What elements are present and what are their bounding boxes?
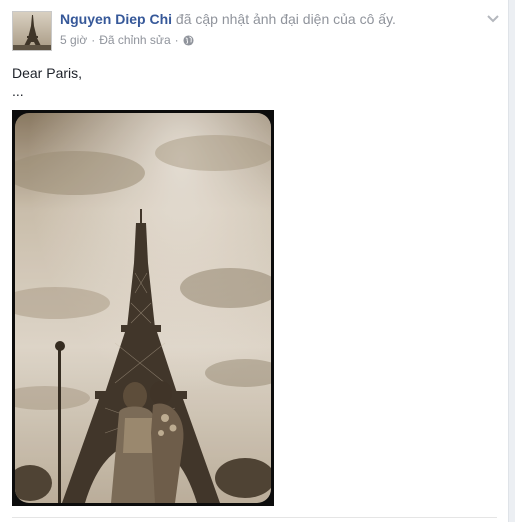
post-message: Dear Paris, ...	[12, 64, 82, 100]
feed-story: Nguyen Diep Chi đã cập nhật ảnh đại diện…	[0, 0, 509, 522]
story-header: Nguyen Diep Chi đã cập nhật ảnh đại diện…	[60, 11, 396, 27]
story-divider	[12, 517, 497, 518]
chevron-down-icon[interactable]	[486, 11, 500, 23]
edited-link[interactable]: Đã chỉnh sửa	[99, 33, 170, 47]
post-text-line: ...	[12, 83, 24, 99]
post-photo[interactable]	[12, 110, 274, 506]
timestamp-link[interactable]: 5 giờ	[60, 33, 87, 47]
meta-separator: ·	[174, 33, 179, 47]
story-action-text: đã cập nhật ảnh đại diện của cô ấy.	[175, 11, 396, 27]
author-name-link[interactable]: Nguyen Diep Chi	[60, 11, 172, 27]
post-text-line: Dear Paris,	[12, 65, 83, 81]
globe-icon[interactable]	[183, 34, 194, 46]
eiffel-tower-photo	[15, 113, 271, 503]
avatar[interactable]	[12, 11, 52, 51]
meta-separator: ·	[91, 33, 96, 47]
page-scrollbar[interactable]	[508, 0, 515, 522]
story-meta: 5 giờ · Đã chỉnh sửa ·	[60, 33, 194, 47]
